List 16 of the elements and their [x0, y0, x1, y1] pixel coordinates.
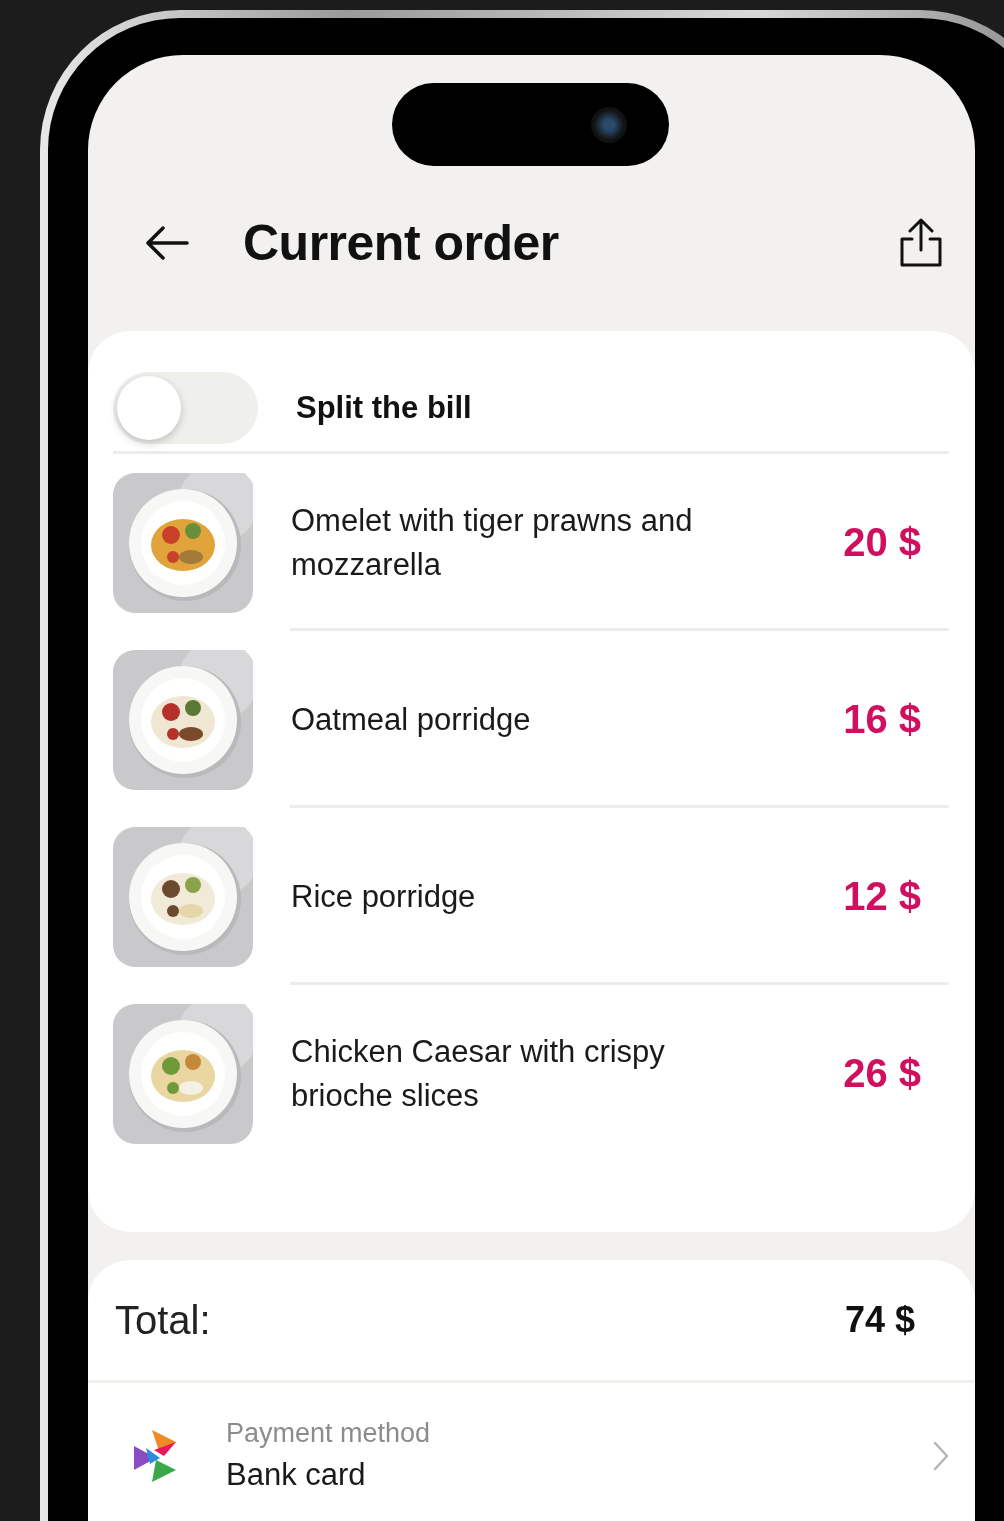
dish-price: 16 $ — [843, 697, 922, 742]
split-label: Split the bill — [296, 390, 472, 426]
dish-name: Omelet with tiger prawns and mozzarella — [291, 501, 694, 584]
dish-price: 12 $ — [843, 874, 922, 919]
dish-name: Rice porridge — [291, 877, 477, 916]
payment-logo-icon — [132, 1427, 178, 1484]
dish-price: 20 $ — [843, 520, 922, 565]
payment-value: Bank card — [226, 1457, 367, 1493]
dish-name: Chicken Caesar with crispy brioche slices — [291, 1032, 666, 1115]
total-label: Total: — [115, 1297, 211, 1343]
total-amount: 74 $ — [844, 1299, 915, 1341]
back-arrow-icon[interactable] — [143, 223, 191, 263]
payment-label: Payment method — [226, 1418, 432, 1449]
dish-name: Oatmeal porridge — [291, 700, 532, 739]
page-title: Current order — [243, 214, 560, 272]
dish-price: 26 $ — [843, 1051, 922, 1096]
